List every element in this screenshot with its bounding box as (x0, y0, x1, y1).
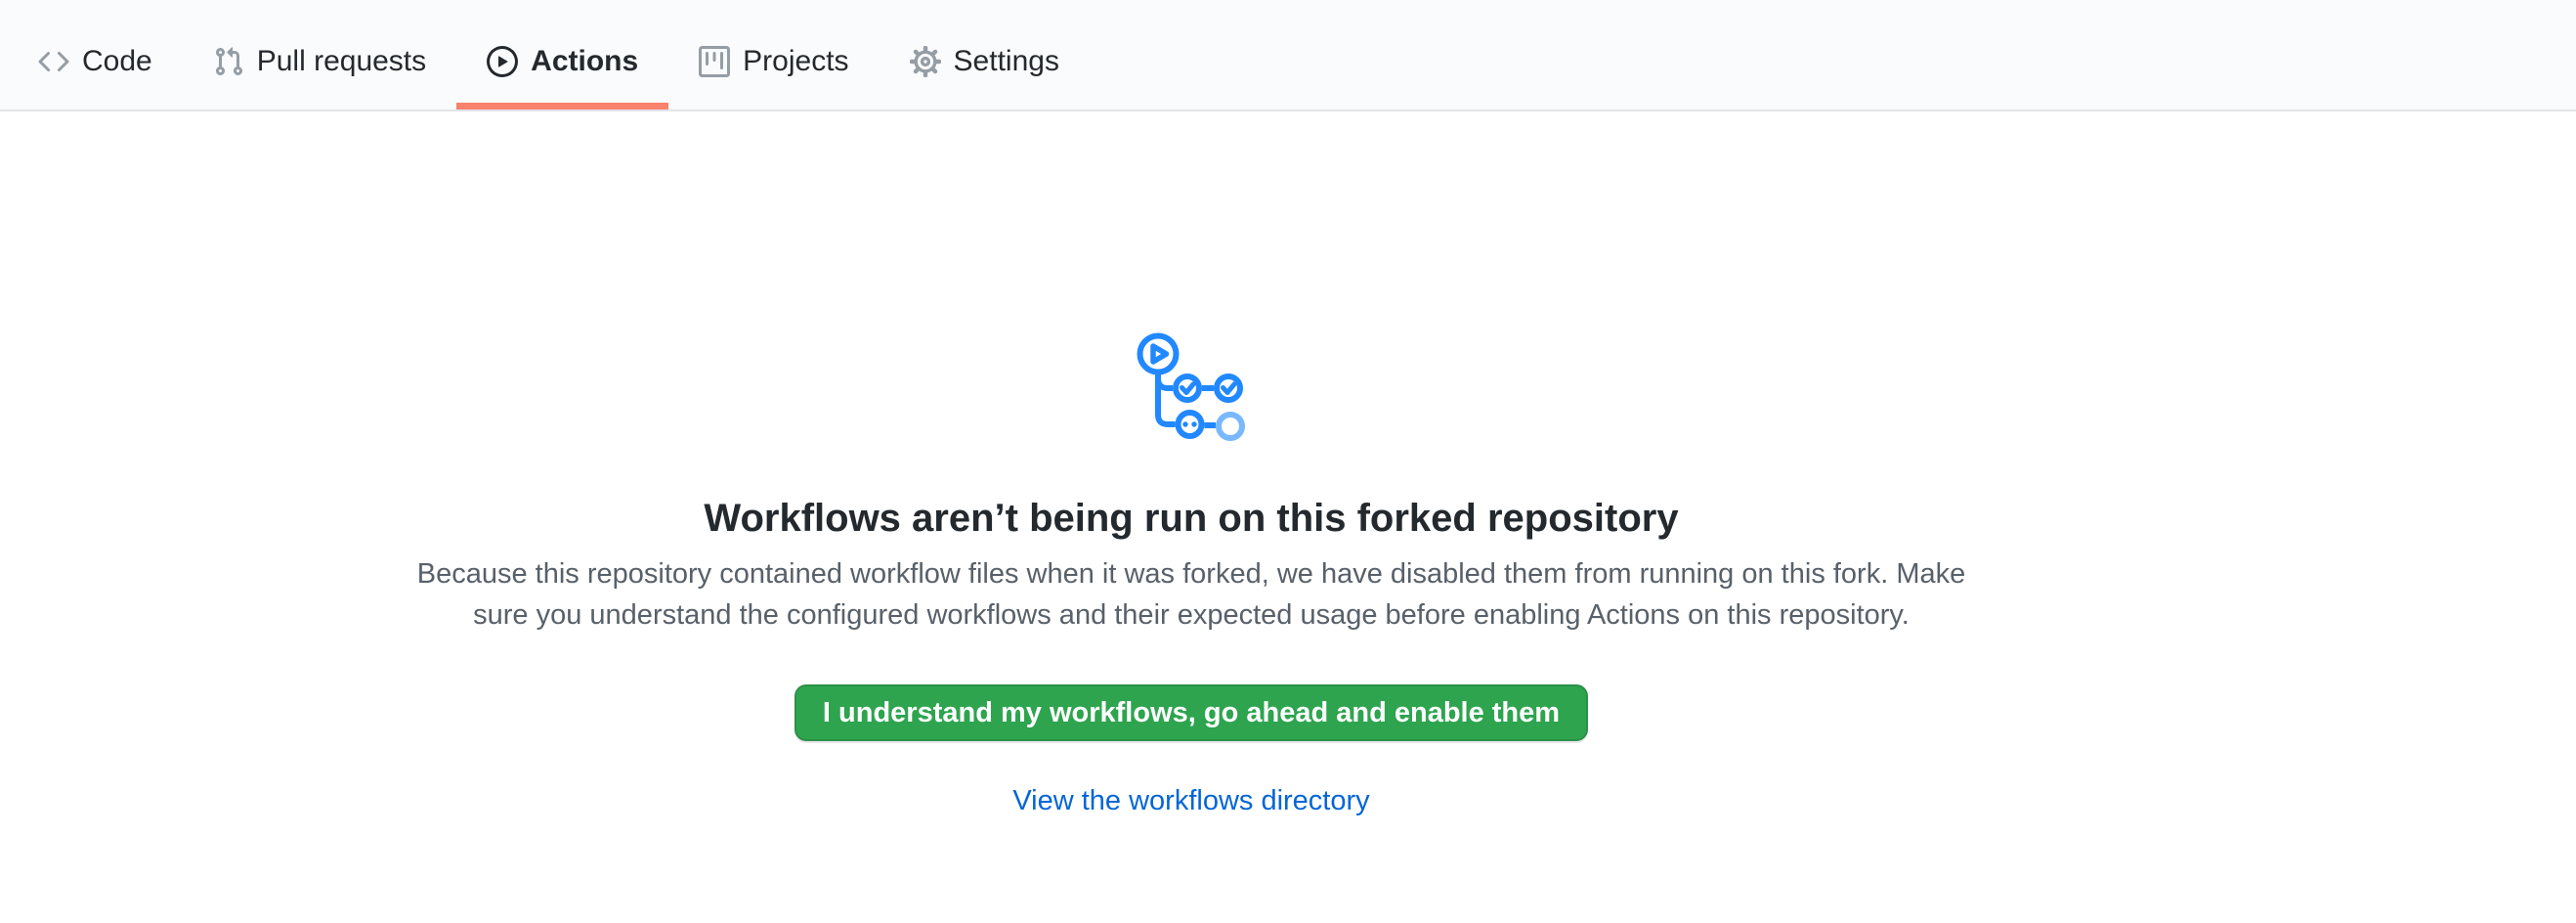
play-icon (487, 46, 518, 77)
blankslate-description: Because this repository contained workfl… (417, 553, 1966, 636)
tab-label: Projects (743, 47, 848, 76)
tab-actions[interactable]: Actions (456, 14, 668, 110)
tab-pull-requests[interactable]: Pull requests (183, 14, 456, 110)
repo-nav: Code Pull requests Actions Projects (0, 0, 2576, 111)
project-icon (699, 46, 730, 77)
tab-code[interactable]: Code (8, 14, 183, 110)
code-icon (38, 46, 69, 77)
tab-label: Actions (531, 47, 638, 76)
description-line: Because this repository contained workfl… (417, 553, 1966, 594)
actions-blankslate: Workflows aren’t being run on this forke… (0, 111, 2383, 815)
tab-label: Settings (954, 47, 1059, 76)
workflows-directory-link[interactable]: View the workflows directory (1012, 786, 1369, 815)
description-line: sure you understand the configured workf… (417, 594, 1966, 636)
pull-request-icon (213, 46, 244, 77)
enable-workflows-button[interactable]: I understand my workflows, go ahead and … (794, 684, 1588, 741)
gear-icon (910, 46, 941, 77)
tab-label: Pull requests (257, 47, 426, 76)
workflow-graph-icon (1137, 332, 1246, 442)
tab-label: Code (82, 47, 152, 76)
tab-settings[interactable]: Settings (880, 14, 1090, 110)
tab-projects[interactable]: Projects (668, 14, 879, 110)
page-title: Workflows aren’t being run on this forke… (704, 495, 1678, 542)
